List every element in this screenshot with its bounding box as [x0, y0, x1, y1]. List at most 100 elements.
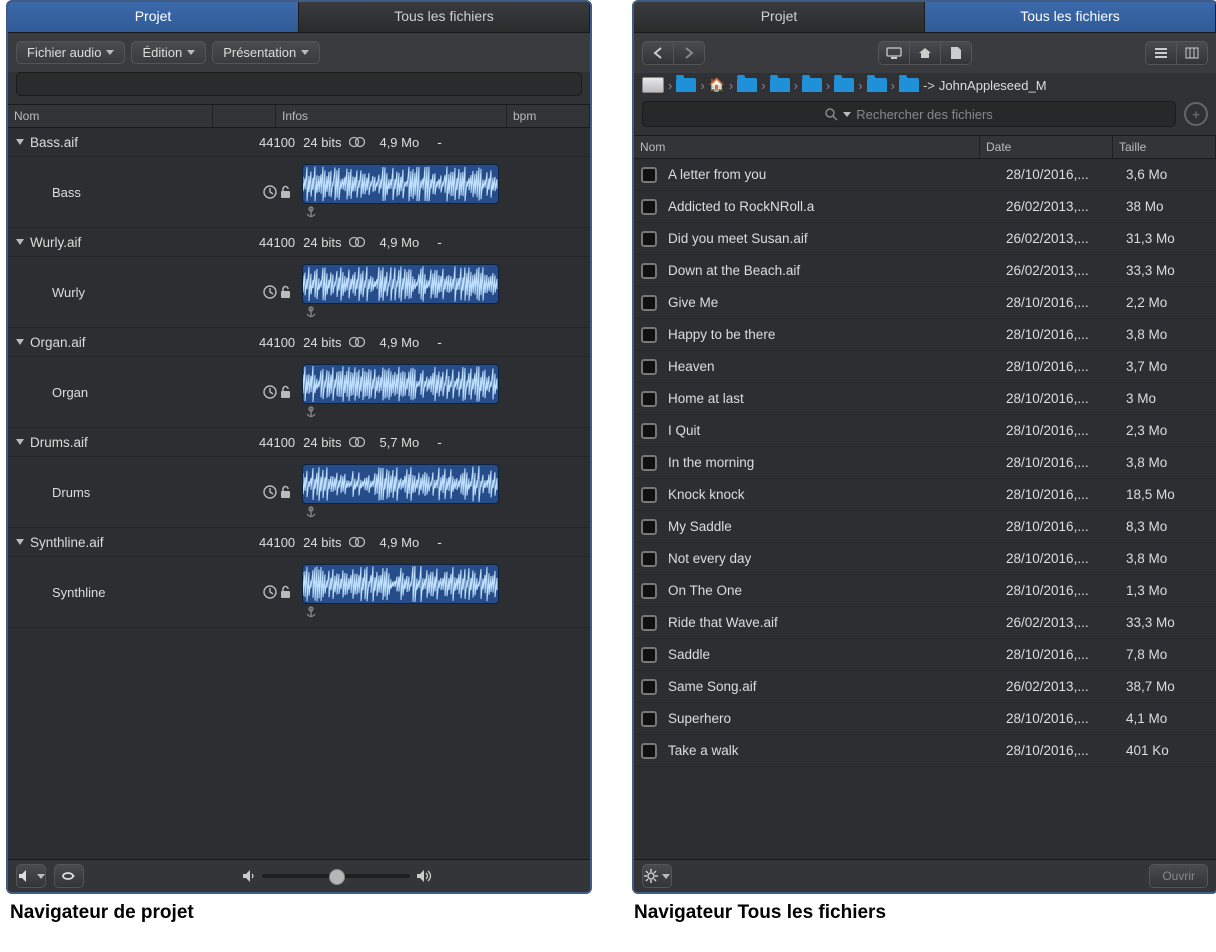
slider-thumb[interactable] [329, 869, 345, 885]
file-row[interactable]: Saddle 28/10/2016,... 7,8 Mo [634, 639, 1216, 671]
file-size: 38,7 Mo [1126, 679, 1216, 694]
file-row[interactable]: Synthline.aif 4410024 bits 4,9 Mo - [8, 528, 590, 557]
file-row[interactable]: Knock knock 28/10/2016,... 18,5 Mo [634, 479, 1216, 511]
file-row[interactable]: Drums.aif 4410024 bits 5,7 Mo - [8, 428, 590, 457]
waveform[interactable] [302, 264, 499, 304]
file-icon [634, 391, 664, 407]
col-icons[interactable] [213, 105, 276, 127]
file-row[interactable]: Superhero 28/10/2016,... 4,1 Mo [634, 703, 1216, 735]
file-row[interactable]: Happy to be there 28/10/2016,... 3,8 Mo [634, 319, 1216, 351]
file-name: Heaven [664, 359, 1006, 374]
file-size: 4,1 Mo [1126, 711, 1216, 726]
tab-project[interactable]: Projet [634, 2, 925, 32]
file-row[interactable]: Wurly.aif 4410024 bits 4,9 Mo - [8, 228, 590, 257]
file-name: Knock knock [664, 487, 1006, 502]
action-menu[interactable] [642, 864, 672, 888]
add-button[interactable]: + [1184, 102, 1208, 126]
disclosure-triangle-icon[interactable] [16, 239, 24, 245]
waveform[interactable] [302, 464, 499, 504]
back-button[interactable] [643, 42, 673, 64]
folder-icon [834, 78, 854, 92]
file-list[interactable]: A letter from you 28/10/2016,... 3,6 Mo … [634, 159, 1216, 859]
file-row[interactable]: My Saddle 28/10/2016,... 8,3 Mo [634, 511, 1216, 543]
loop-button[interactable] [54, 864, 84, 888]
file-name: On The One [664, 583, 1006, 598]
anchor-icon [304, 606, 318, 620]
file-row[interactable]: A letter from you 28/10/2016,... 3,6 Mo [634, 159, 1216, 191]
file-row[interactable]: Ride that Wave.aif 26/02/2013,... 33,3 M… [634, 607, 1216, 639]
file-name: Same Song.aif [664, 679, 1006, 694]
all-files-browser-panel: Projet Tous les fichiers › › 🏠› › › › › … [632, 0, 1216, 894]
computer-button[interactable] [879, 42, 909, 64]
region-row[interactable]: Drums [8, 457, 590, 528]
tab-project[interactable]: Projet [8, 2, 299, 32]
project-file-list[interactable]: Bass.aif 4410024 bits 4,9 Mo -Bass Wurly… [8, 128, 590, 859]
disclosure-triangle-icon[interactable] [16, 139, 24, 145]
audio-file-menu[interactable]: Fichier audio [16, 41, 125, 64]
disclosure-triangle-icon[interactable] [16, 439, 24, 445]
column-view-button[interactable] [1176, 42, 1207, 64]
stereo-icon [349, 136, 365, 148]
disclosure-triangle-icon[interactable] [16, 539, 24, 545]
search-input[interactable] [16, 72, 582, 96]
breadcrumb[interactable]: › › 🏠› › › › › › -> JohnAppleseed_M [634, 73, 1216, 101]
anchor-icon [304, 206, 318, 220]
home-button[interactable] [909, 42, 940, 64]
bpm-value: - [419, 435, 590, 450]
file-icon [634, 327, 664, 343]
waveform[interactable] [302, 564, 499, 604]
col-bpm[interactable]: bpm [507, 105, 590, 127]
file-row[interactable]: Organ.aif 4410024 bits 4,9 Mo - [8, 328, 590, 357]
file-icon [634, 519, 664, 535]
clock-icon [263, 485, 277, 499]
list-view-button[interactable] [1146, 42, 1176, 64]
file-row[interactable]: Same Song.aif 26/02/2013,... 38,7 Mo [634, 671, 1216, 703]
volume-low-icon [242, 869, 256, 883]
file-row[interactable]: Not every day 28/10/2016,... 3,8 Mo [634, 543, 1216, 575]
file-row[interactable]: Give Me 28/10/2016,... 2,2 Mo [634, 287, 1216, 319]
region-row[interactable]: Bass [8, 157, 590, 228]
col-date[interactable]: Date [980, 136, 1113, 158]
file-row[interactable]: Home at last 28/10/2016,... 3 Mo [634, 383, 1216, 415]
col-name[interactable]: Nom [634, 136, 980, 158]
file-row[interactable]: Down at the Beach.aif 26/02/2013,... 33,… [634, 255, 1216, 287]
project-button[interactable] [940, 42, 971, 64]
project-browser-panel: Projet Tous les fichiers Fichier audio É… [6, 0, 592, 894]
file-size: 2,3 Mo [1126, 423, 1216, 438]
chevron-down-icon [662, 874, 670, 879]
region-row[interactable]: Organ [8, 357, 590, 428]
file-row[interactable]: I Quit 28/10/2016,... 2,3 Mo [634, 415, 1216, 447]
file-row[interactable]: In the morning 28/10/2016,... 3,8 Mo [634, 447, 1216, 479]
forward-button[interactable] [673, 42, 704, 64]
file-row[interactable]: Did you meet Susan.aif 26/02/2013,... 31… [634, 223, 1216, 255]
file-name: Happy to be there [664, 327, 1006, 342]
region-row[interactable]: Wurly [8, 257, 590, 328]
col-info[interactable]: Infos [276, 105, 507, 127]
waveform[interactable] [302, 364, 499, 404]
col-size[interactable]: Taille [1113, 136, 1216, 158]
view-menu[interactable]: Présentation [212, 41, 320, 64]
stereo-icon [349, 336, 365, 348]
file-size: 3,8 Mo [1126, 551, 1216, 566]
region-row[interactable]: Synthline [8, 557, 590, 628]
tab-all-files[interactable]: Tous les fichiers [925, 2, 1216, 32]
tab-bar: Projet Tous les fichiers [634, 2, 1216, 33]
file-row[interactable]: On The One 28/10/2016,... 1,3 Mo [634, 575, 1216, 607]
preview-button[interactable] [16, 864, 46, 888]
col-name[interactable]: Nom [8, 105, 213, 127]
document-icon [950, 46, 962, 60]
waveform[interactable] [302, 164, 499, 204]
home-icon: 🏠 [709, 77, 725, 93]
search-input[interactable]: Rechercher des fichiers [642, 101, 1176, 127]
file-row[interactable]: Take a walk 28/10/2016,... 401 Ko [634, 735, 1216, 767]
file-row[interactable]: Addicted to RockNRoll.a 26/02/2013,... 3… [634, 191, 1216, 223]
volume-slider[interactable] [242, 869, 432, 883]
disclosure-triangle-icon[interactable] [16, 339, 24, 345]
tab-all-files[interactable]: Tous les fichiers [299, 2, 590, 32]
file-row[interactable]: Heaven 28/10/2016,... 3,7 Mo [634, 351, 1216, 383]
edit-menu[interactable]: Édition [131, 41, 206, 64]
open-button[interactable]: Ouvrir [1149, 864, 1208, 888]
file-row[interactable]: Bass.aif 4410024 bits 4,9 Mo - [8, 128, 590, 157]
file-name: I Quit [664, 423, 1006, 438]
file-name: Ride that Wave.aif [664, 615, 1006, 630]
